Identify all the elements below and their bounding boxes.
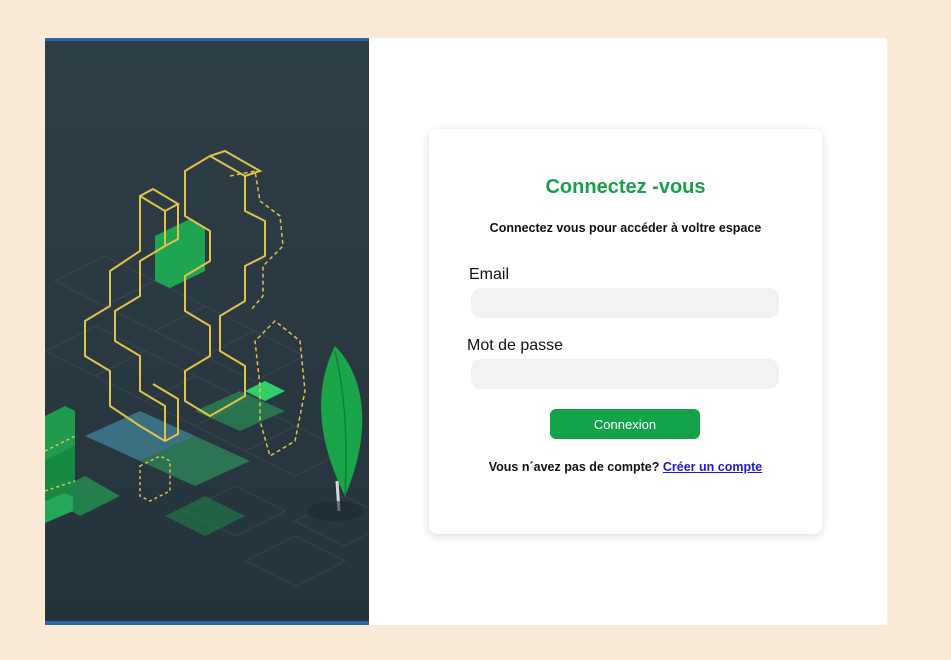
login-card: Connectez -vous Connectez vous pour accé… [429, 129, 822, 534]
password-label: Mot de passe [467, 337, 564, 354]
login-button[interactable]: Connexion [550, 409, 700, 439]
login-title: Connectez -vous [545, 176, 706, 198]
email-label: Email [469, 266, 510, 283]
code-braces-leaf-icon [45, 149, 369, 587]
signup-text: Vous n´avez pas de compte? [488, 460, 660, 474]
login-frame: Connectez -vous Connectez vous pour accé… [45, 38, 887, 625]
signup-link[interactable]: Créer un compte [663, 460, 762, 474]
signup-prompt: Vous n´avez pas de compte? Créer un comp… [429, 460, 822, 474]
code-braces-illustration [45, 38, 369, 625]
password-field[interactable] [471, 359, 779, 389]
email-field[interactable] [471, 288, 779, 318]
login-subtitle: Connectez vous pour accéder à voltre esp… [489, 221, 762, 235]
